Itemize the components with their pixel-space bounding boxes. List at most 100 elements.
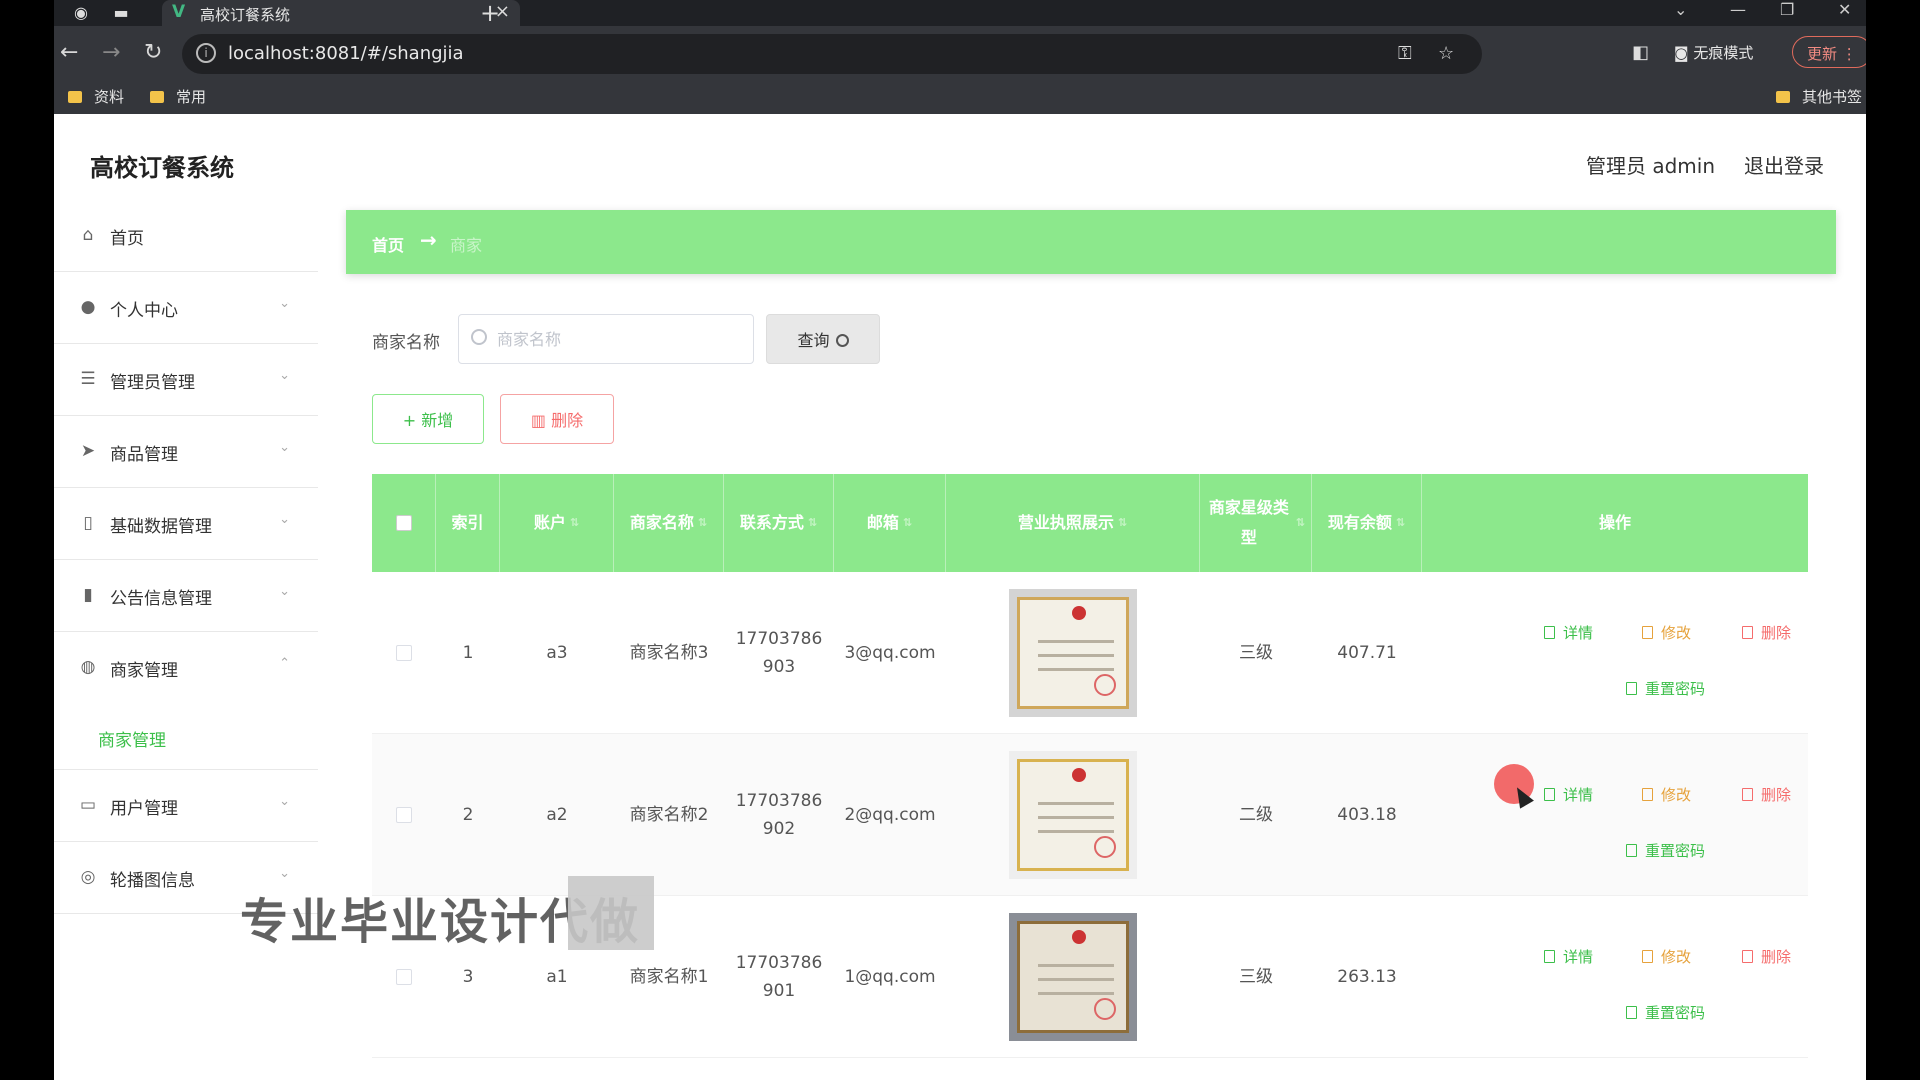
site-info-icon[interactable]: i	[196, 43, 216, 63]
screen: ◉ ▬ V 高校订餐系统 × + ⌄ — ❐ ✕ ← → ↻ i localho…	[54, 0, 1866, 1080]
trash-icon	[1742, 626, 1753, 639]
emblem-icon	[1072, 930, 1086, 944]
sidebar-item-notice[interactable]: ▮ 公告信息管理 ⌄	[54, 560, 318, 632]
edit-button[interactable]: 修改	[1642, 946, 1691, 967]
back-icon[interactable]: ←	[60, 40, 78, 65]
tab-search-icon[interactable]: ⌄	[1674, 0, 1687, 19]
new-tab-icon[interactable]: +	[480, 0, 500, 27]
sidebar-item-users[interactable]: ▭ 用户管理 ⌄	[54, 770, 318, 842]
delete-button[interactable]: 删除	[1742, 784, 1791, 805]
row-select[interactable]	[372, 572, 436, 734]
license-image[interactable]	[1009, 751, 1137, 879]
reset-password-button[interactable]: 重置密码	[1626, 840, 1705, 861]
breadcrumb: 首页 → 商家	[346, 210, 1836, 274]
sidebar-item-merchant[interactable]: ◍ 商家管理 ⌃	[54, 632, 318, 770]
bookmark-changyong[interactable]: 常用	[150, 86, 206, 107]
batch-delete-button[interactable]: ▥ 删除	[500, 394, 614, 444]
edit-icon	[1642, 950, 1653, 963]
sort-icon[interactable]: ⇅	[1396, 508, 1405, 538]
star-icon[interactable]: ☆	[1438, 43, 1454, 64]
header-phone[interactable]: 联系方式 ⇅	[724, 474, 834, 572]
header-select-all[interactable]	[372, 474, 436, 572]
browser-logo-icon: ◉	[74, 3, 88, 22]
tab-title: 高校订餐系统	[200, 6, 291, 24]
sidebar-subitem-merchant[interactable]: 商家管理	[98, 726, 166, 751]
sort-icon[interactable]: ⇅	[698, 508, 707, 538]
cell-license[interactable]	[946, 896, 1200, 1058]
document-icon	[1544, 626, 1555, 639]
key-icon[interactable]: ⚿	[1398, 43, 1412, 64]
sidebar-item-goods[interactable]: ➤ 商品管理 ⌄	[54, 416, 318, 488]
edit-button[interactable]: 修改	[1642, 784, 1691, 805]
browser-tab[interactable]: V 高校订餐系统 ×	[162, 0, 520, 26]
app-title: 高校订餐系统	[90, 154, 234, 182]
license-image[interactable]	[1009, 589, 1137, 717]
detail-button[interactable]: 详情	[1544, 946, 1593, 967]
sort-icon[interactable]: ⇅	[903, 508, 912, 538]
cell-account: a3	[546, 643, 568, 663]
chevron-down-icon: ⌄	[279, 296, 290, 311]
close-window-icon[interactable]: ✕	[1838, 0, 1851, 19]
cell-license[interactable]	[946, 734, 1200, 896]
forward-icon[interactable]: →	[102, 40, 120, 65]
sort-icon[interactable]: ⇅	[808, 508, 817, 538]
minimize-icon[interactable]: —	[1730, 0, 1746, 19]
trash-icon	[1742, 788, 1753, 801]
logout-link[interactable]: 退出登录	[1744, 150, 1824, 179]
watermark-blur	[568, 876, 654, 950]
sidebar-item-label: 商家管理	[110, 661, 178, 681]
detail-button[interactable]: 详情	[1544, 622, 1593, 643]
reset-password-button[interactable]: 重置密码	[1626, 678, 1705, 699]
add-button[interactable]: + 新增	[372, 394, 484, 444]
row-select[interactable]	[372, 734, 436, 896]
header-level[interactable]: 商家星级类型 ⇅	[1200, 474, 1312, 572]
bookmark-ziliao[interactable]: 资料	[68, 86, 124, 107]
sort-icon[interactable]: ⇅	[1296, 508, 1305, 538]
header-account[interactable]: 账户 ⇅	[500, 474, 614, 572]
license-image[interactable]	[1009, 913, 1137, 1041]
header-email[interactable]: 邮箱 ⇅	[834, 474, 946, 572]
license-line	[1038, 978, 1114, 981]
cell-license[interactable]	[946, 572, 1200, 734]
delete-button[interactable]: 删除	[1742, 622, 1791, 643]
update-button[interactable]: 更新 ⋮	[1792, 36, 1866, 68]
cell-name: 商家名称2	[629, 805, 709, 825]
row-checkbox[interactable]	[396, 969, 412, 985]
header-balance[interactable]: 现有余额 ⇅	[1312, 474, 1422, 572]
emblem-icon	[1072, 606, 1086, 620]
address-bar[interactable]: i localhost:8081/#/shangjia ⚿ ☆	[182, 34, 1482, 74]
cell-account: a2	[546, 805, 568, 825]
tab-list-icon[interactable]: ▬	[110, 3, 132, 23]
row-checkbox[interactable]	[396, 645, 412, 661]
reset-password-button[interactable]: 重置密码	[1626, 1002, 1705, 1023]
delete-button[interactable]: 删除	[1742, 946, 1791, 967]
sort-icon[interactable]: ⇅	[1118, 508, 1127, 538]
cell-email: 1@qq.com	[844, 967, 936, 987]
header-license[interactable]: 营业执照展示 ⇅	[946, 474, 1200, 572]
query-button[interactable]: 查询	[766, 314, 880, 364]
restore-icon[interactable]: ❐	[1780, 0, 1794, 19]
cell-balance: 263.13	[1337, 967, 1397, 987]
document-icon	[1626, 1006, 1637, 1019]
incognito-label[interactable]: ◙ 无痕模式	[1674, 42, 1753, 63]
sidebar-item-home[interactable]: ⌂ 首页	[54, 200, 318, 272]
sidepanel-icon[interactable]: ◧	[1632, 42, 1649, 63]
cell-level: 三级	[1239, 967, 1273, 987]
license-paper	[1017, 921, 1129, 1033]
edit-button[interactable]: 修改	[1642, 622, 1691, 643]
header-name[interactable]: 商家名称 ⇅	[614, 474, 724, 572]
bookmark-other[interactable]: 其他书签	[1776, 86, 1862, 107]
chevron-down-icon: ⌄	[279, 584, 290, 599]
sidebar-item-personal[interactable]: ● 个人中心 ⌄	[54, 272, 318, 344]
sidebar-item-basedata[interactable]: ▯ 基础数据管理 ⌄	[54, 488, 318, 560]
send-icon: ➤	[80, 441, 96, 461]
sort-icon[interactable]: ⇅	[570, 508, 579, 538]
sidebar-item-admin[interactable]: ☰ 管理员管理 ⌄	[54, 344, 318, 416]
search-input[interactable]	[497, 327, 737, 351]
breadcrumb-home[interactable]: 首页	[372, 232, 404, 256]
row-checkbox[interactable]	[396, 807, 412, 823]
license-line	[1038, 816, 1114, 819]
select-all-checkbox[interactable]	[395, 515, 412, 531]
reload-icon[interactable]: ↻	[144, 40, 162, 65]
detail-button[interactable]: 详情	[1544, 784, 1593, 805]
